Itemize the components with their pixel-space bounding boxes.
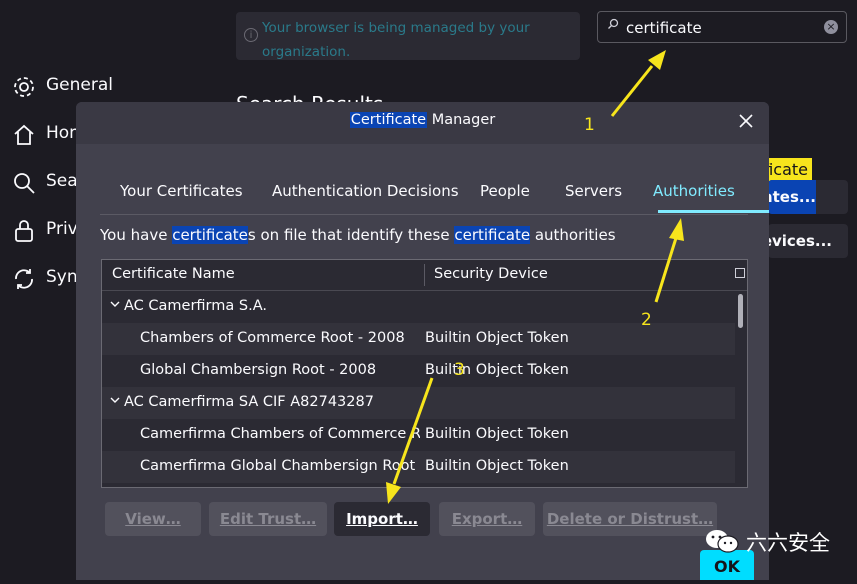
arrow-to-authorities-tab — [654, 237, 678, 303]
wechat-logo-icon — [706, 530, 739, 553]
watermark-text: 六六安全 — [746, 531, 830, 555]
annotation-arrows — [386, 50, 684, 504]
arrow-to-search — [610, 65, 654, 117]
annotation-step-3: 3 — [454, 360, 465, 380]
annotation-step-2: 2 — [641, 310, 652, 330]
arrow-head-import — [386, 482, 401, 504]
arrow-head-authorities — [669, 218, 684, 241]
annotation-step-1: 1 — [584, 115, 595, 135]
arrow-to-import — [392, 377, 434, 485]
